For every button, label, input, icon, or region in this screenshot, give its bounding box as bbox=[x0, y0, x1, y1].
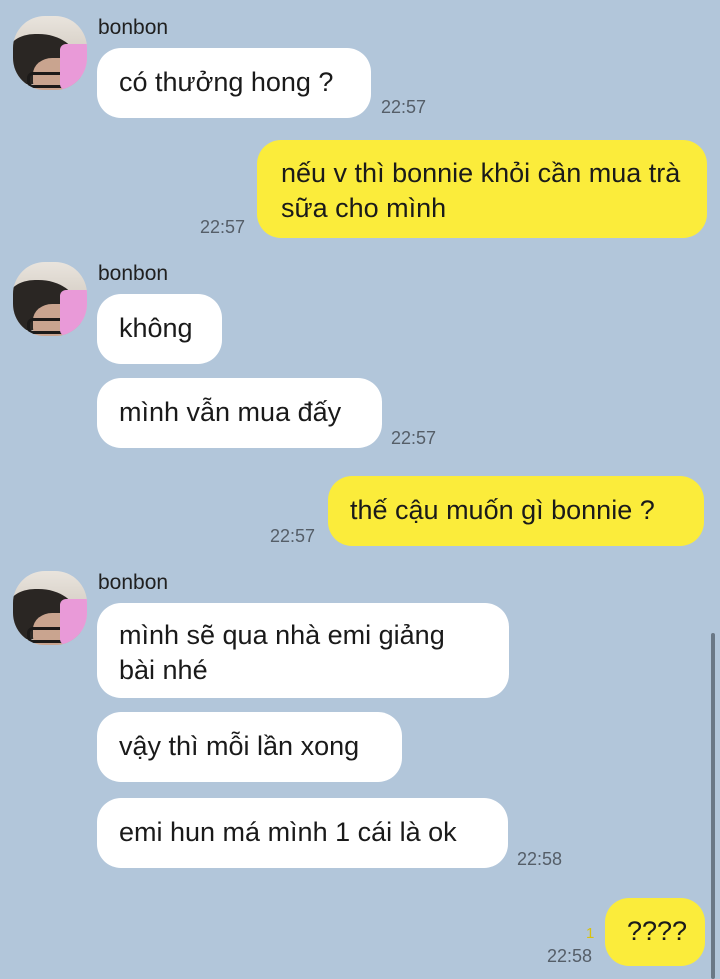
message-text: emi hun má mình 1 cái là ok bbox=[119, 817, 457, 847]
avatar[interactable] bbox=[13, 16, 87, 90]
message-text: mình sẽ qua nhà emi giảng bài nhé bbox=[119, 620, 445, 685]
message-bubble-outgoing[interactable]: thế cậu muốn gì bonnie ? bbox=[328, 476, 704, 546]
message-bubble-outgoing[interactable]: nếu v thì bonnie khỏi cần mua trà sữa ch… bbox=[257, 140, 707, 238]
message-bubble-incoming[interactable]: mình sẽ qua nhà emi giảng bài nhé bbox=[97, 603, 509, 698]
sender-name: bonbon bbox=[98, 571, 169, 594]
message-time: 22:57 bbox=[200, 217, 246, 237]
message-time: 22:57 bbox=[391, 428, 437, 448]
message-text: thế cậu muốn gì bonnie ? bbox=[350, 495, 655, 525]
sender-name: bonbon bbox=[98, 262, 169, 285]
message-bubble-incoming[interactable]: không bbox=[97, 294, 222, 364]
avatar[interactable] bbox=[13, 262, 87, 336]
avatar[interactable] bbox=[13, 571, 87, 645]
message-text: có thưởng hong ? bbox=[119, 67, 334, 97]
message-text: không bbox=[119, 313, 193, 343]
sender-name: bonbon bbox=[98, 16, 169, 39]
message-time: 22:58 bbox=[517, 849, 563, 869]
unread-count: 1 bbox=[586, 925, 595, 942]
message-text: nếu v thì bonnie khỏi cần mua trà sữa ch… bbox=[281, 158, 681, 223]
message-text: vậy thì mỗi lần xong bbox=[119, 731, 360, 761]
message-bubble-incoming[interactable]: emi hun má mình 1 cái là ok bbox=[97, 798, 508, 868]
message-text: ???? bbox=[627, 916, 688, 946]
message-bubble-incoming[interactable]: mình vẫn mua đấy bbox=[97, 378, 382, 448]
message-bubble-incoming[interactable]: có thưởng hong ? bbox=[97, 48, 371, 118]
message-time: 22:57 bbox=[270, 526, 316, 546]
message-bubble-outgoing[interactable]: ???? bbox=[605, 898, 705, 966]
message-time: 22:57 bbox=[381, 97, 427, 117]
message-time: 22:58 bbox=[547, 946, 593, 966]
message-text: mình vẫn mua đấy bbox=[119, 397, 342, 427]
scrollbar[interactable] bbox=[711, 633, 715, 979]
message-bubble-incoming[interactable]: vậy thì mỗi lần xong bbox=[97, 712, 402, 782]
